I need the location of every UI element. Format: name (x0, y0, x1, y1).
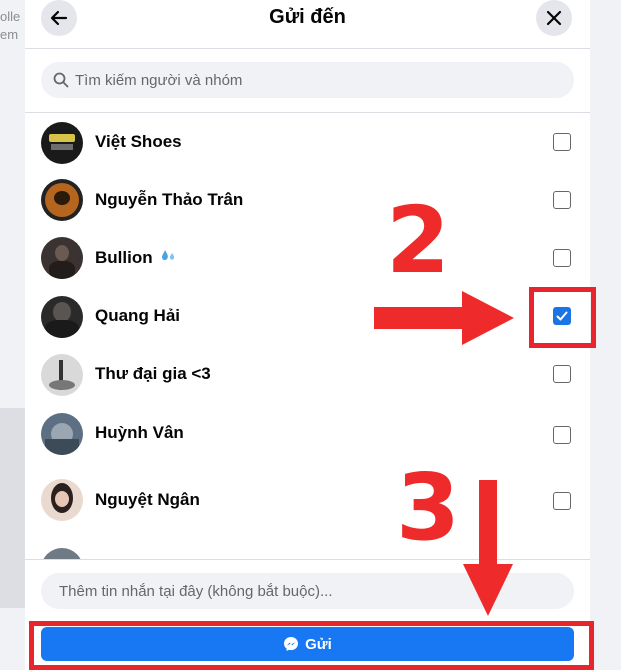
contact-name: Việt Shoes (95, 132, 182, 151)
background-text: olle em (0, 8, 20, 44)
contact-checkbox[interactable] (553, 426, 571, 444)
search-icon (53, 72, 69, 88)
avatar (41, 413, 83, 455)
avatar (41, 548, 83, 559)
avatar (41, 479, 83, 521)
contact-row[interactable]: Việt Shoes (25, 113, 590, 171)
contact-row[interactable]: Huỳnh Vân (25, 407, 590, 465)
contact-checkbox[interactable] (553, 191, 571, 209)
dialog-header: Gửi đến (25, 0, 590, 49)
contact-name: Huỳnh Vân (95, 423, 184, 442)
avatar (41, 237, 83, 279)
close-icon (546, 10, 562, 26)
contact-row[interactable]: Thư đại gia <3 (25, 345, 590, 403)
annotation-step-3: 3 (396, 454, 461, 561)
annotation-arrow-right (374, 291, 514, 345)
annotation-highlight-checkbox (529, 287, 596, 348)
avatar (41, 179, 83, 221)
contact-name: Bullion (95, 248, 177, 269)
dialog-title: Gửi đến (269, 6, 346, 28)
background-text-line: olle (0, 9, 21, 24)
annotation-highlight-send (29, 621, 594, 670)
contact-name-text: Bullion (95, 248, 153, 267)
contact-checkbox[interactable] (553, 492, 571, 510)
contact-name: Quang Hải (95, 306, 181, 325)
search-input[interactable] (73, 70, 557, 90)
sweat-droplets-icon (159, 248, 177, 269)
contact-name: Nguyễn Thảo Trân (95, 190, 244, 209)
search-bar[interactable] (41, 62, 574, 98)
close-button[interactable] (536, 0, 572, 36)
contact-checkbox[interactable] (553, 249, 571, 267)
avatar (41, 354, 83, 396)
contact-name: Nguyệt Ngân (95, 490, 200, 509)
contact-name: Thư đại gia <3 (95, 364, 211, 383)
annotation-step-2: 2 (386, 187, 451, 294)
contact-checkbox[interactable] (553, 365, 571, 383)
avatar (41, 122, 83, 164)
background-text-line: em (0, 27, 19, 42)
contact-row[interactable]: Nguyễn Thảo Trân (25, 171, 590, 229)
contact-row[interactable]: Bullion (25, 229, 590, 287)
annotation-arrow-down (463, 480, 513, 616)
contact-checkbox[interactable] (553, 133, 571, 151)
avatar (41, 296, 83, 338)
